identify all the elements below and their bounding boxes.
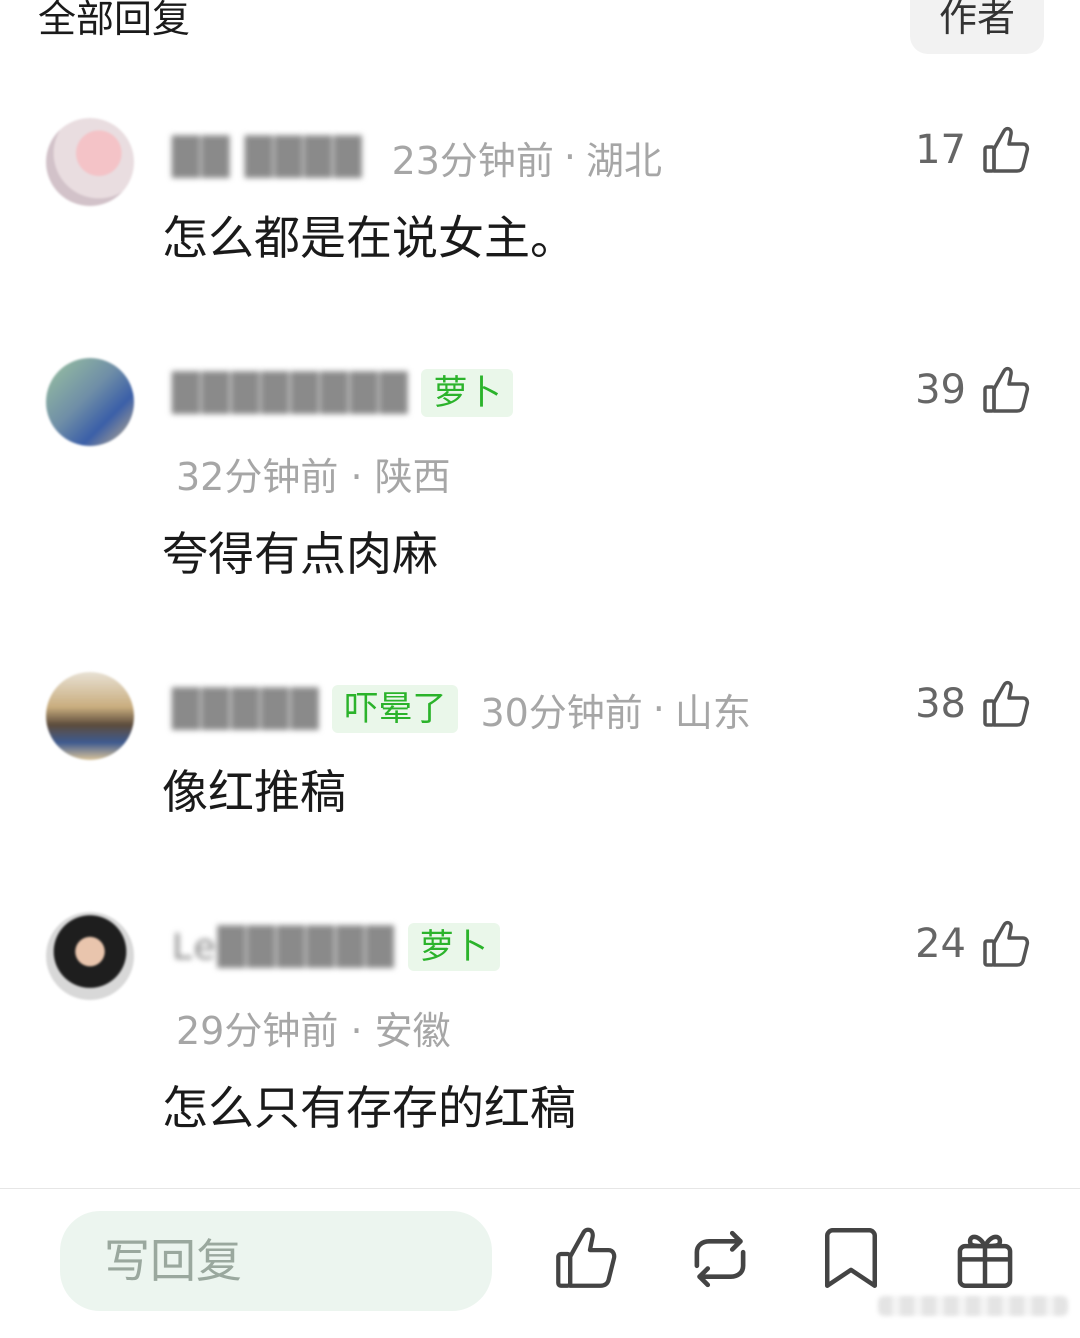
thumbs-up-icon (556, 1227, 617, 1288)
page-title: 全部回复 (38, 0, 191, 41)
comment-time: 30分钟前 (480, 690, 643, 735)
avatar[interactable] (46, 912, 134, 1000)
like-button[interactable]: 17 (915, 122, 1030, 178)
comment-header: ██ ████ 23分钟前 · 湖北 (172, 132, 663, 183)
like-button[interactable]: 39 (915, 362, 1030, 418)
like-count: 39 (915, 367, 966, 413)
comment-text[interactable]: 怎么都是在说女主。 (162, 202, 576, 268)
repost-button[interactable] (686, 1225, 756, 1295)
like-action-button[interactable] (553, 1225, 623, 1295)
favorite-button[interactable] (820, 1225, 890, 1295)
blurred-status-area (878, 1296, 1068, 1316)
like-count: 17 (915, 127, 966, 173)
comment-text[interactable]: 像红推稿 (162, 756, 346, 822)
username[interactable]: Le██████ (172, 927, 396, 968)
replies-header: 全部回复 作者 (0, 0, 1080, 60)
comment-header: █████ 吓晕了 30分钟前 · 山东 (172, 684, 751, 735)
separator-dot: · (652, 687, 665, 731)
comment-header: Le██████ 萝卜 (172, 922, 500, 972)
comment-header: ████████ 萝卜 (172, 368, 514, 418)
like-button[interactable]: 24 (915, 916, 1030, 972)
avatar[interactable] (46, 118, 134, 206)
separator-dot: · (563, 135, 577, 179)
comment-location: 安徽 (374, 1009, 451, 1053)
gift-button[interactable] (952, 1225, 1022, 1295)
thumbs-up-icon (982, 679, 1030, 729)
thumbs-up-icon (982, 125, 1030, 175)
like-button[interactable]: 38 (915, 676, 1030, 732)
comment-time: 32分钟前 (176, 455, 339, 499)
username[interactable]: ████████ (172, 373, 409, 414)
gift-icon (957, 1234, 1013, 1288)
comment-time: 23分钟前 (391, 138, 554, 183)
thumbs-up-icon (982, 919, 1030, 969)
bottom-action-bar: 写回复 (0, 1189, 1080, 1338)
comment-meta: 32分钟前 · 陕西 (176, 446, 451, 499)
username[interactable]: ██ ████ (172, 137, 364, 178)
author-filter-button[interactable]: 作者 (910, 0, 1044, 54)
comment-text[interactable]: 夸得有点肉麻 (162, 518, 438, 584)
reply-input[interactable]: 写回复 (60, 1211, 492, 1311)
comment-location: 山东 (674, 690, 751, 735)
like-count: 24 (915, 921, 966, 967)
user-badge: 吓晕了 (332, 685, 459, 733)
separator-dot: · (350, 1009, 375, 1053)
like-count: 38 (915, 681, 966, 727)
separator-dot: · (350, 455, 375, 499)
bookmark-icon (824, 1228, 878, 1288)
user-badge: 萝卜 (407, 923, 500, 971)
avatar[interactable] (46, 358, 134, 446)
thumbs-up-icon (982, 365, 1030, 415)
avatar[interactable] (46, 672, 134, 760)
comment-text[interactable]: 怎么只有存存的红稿 (162, 1072, 576, 1138)
comment-location: 湖北 (586, 138, 663, 183)
username[interactable]: █████ (172, 689, 320, 730)
repost-icon (694, 1230, 746, 1288)
comment-time: 29分钟前 (176, 1009, 339, 1053)
comment-meta: 29分钟前 · 安徽 (176, 1000, 451, 1053)
user-badge: 萝卜 (421, 369, 514, 417)
comment-location: 陕西 (374, 455, 451, 499)
